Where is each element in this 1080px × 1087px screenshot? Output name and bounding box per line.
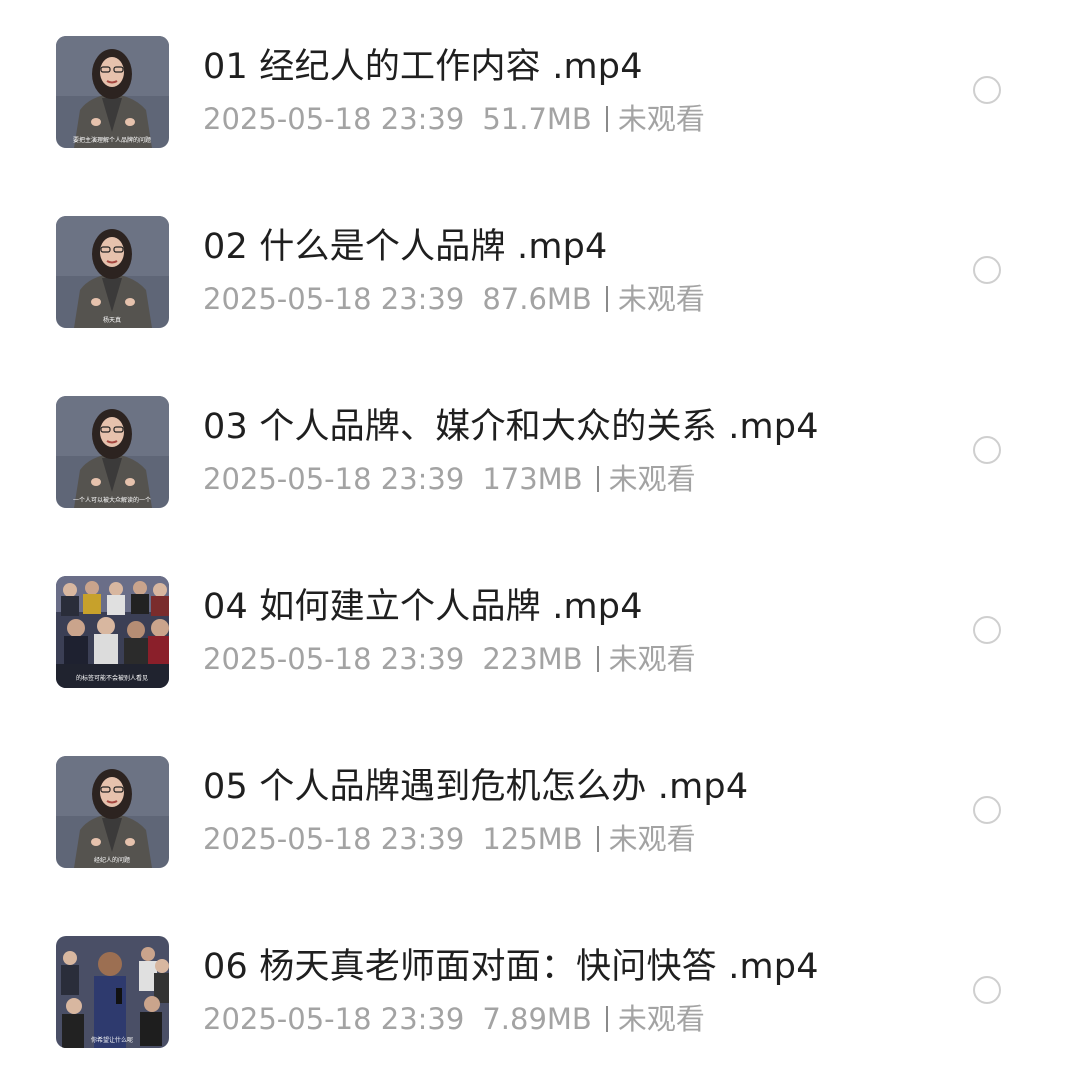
- file-date: 2025-05-18 23:39: [203, 642, 465, 676]
- audience-speaker-icon: 你希望让什么呢: [56, 936, 169, 1048]
- watch-status: 未观看: [608, 462, 696, 496]
- file-date: 2025-05-18 23:39: [203, 1002, 465, 1036]
- meta-divider: [605, 286, 608, 312]
- file-name: 05 个人品牌遇到危机怎么办 .mp4: [203, 767, 749, 807]
- file-name: 02 什么是个人品牌 .mp4: [203, 227, 608, 267]
- thumbnail-caption: 杨天真: [103, 316, 121, 324]
- file-date: 2025-05-18 23:39: [203, 102, 465, 136]
- file-name: 04 如何建立个人品牌 .mp4: [203, 587, 643, 627]
- meta-divider: [605, 106, 608, 132]
- select-radio[interactable]: [973, 796, 1001, 824]
- speaker-woman-icon: 要把主演理解个人品牌的问题: [56, 36, 169, 148]
- meta-divider: [605, 1006, 608, 1032]
- video-thumbnail[interactable]: 你希望让什么呢: [56, 936, 169, 1048]
- video-thumbnail[interactable]: 经纪人的问题: [56, 756, 169, 868]
- file-meta: 2025-05-18 23:39 87.6MB 未观看: [203, 280, 705, 318]
- file-name: 03 个人品牌、媒介和大众的关系 .mp4: [203, 407, 819, 447]
- select-radio[interactable]: [973, 256, 1001, 284]
- file-size: 173MB: [482, 462, 583, 496]
- select-radio[interactable]: [973, 616, 1001, 644]
- file-size: 125MB: [482, 822, 583, 856]
- thumbnail-caption: 要把主演理解个人品牌的问题: [73, 136, 151, 144]
- video-thumbnail[interactable]: 一个人可以被大众解读的一个: [56, 396, 169, 508]
- file-size: 87.6MB: [482, 282, 592, 316]
- file-meta: 2025-05-18 23:39 223MB 未观看: [203, 640, 696, 678]
- file-meta: 2025-05-18 23:39 125MB 未观看: [203, 820, 696, 858]
- video-thumbnail[interactable]: 要把主演理解个人品牌的问题: [56, 36, 169, 148]
- watch-status: 未观看: [608, 642, 696, 676]
- speaker-woman-icon: 一个人可以被大众解读的一个: [56, 396, 169, 508]
- file-meta: 2025-05-18 23:39 51.7MB 未观看: [203, 100, 705, 138]
- file-name: 01 经纪人的工作内容 .mp4: [203, 47, 643, 87]
- file-size: 223MB: [482, 642, 583, 676]
- meta-divider: [596, 646, 599, 672]
- select-radio[interactable]: [973, 976, 1001, 1004]
- meta-divider: [596, 466, 599, 492]
- audience-icon: 的标签可能不会被别人看见: [56, 576, 169, 688]
- thumbnail-caption: 你希望让什么呢: [91, 1036, 133, 1044]
- file-size: 51.7MB: [482, 102, 592, 136]
- speaker-woman-icon: 杨天真: [56, 216, 169, 328]
- file-meta: 2025-05-18 23:39 7.89MB 未观看: [203, 1000, 705, 1038]
- watch-status: 未观看: [608, 822, 696, 856]
- speaker-woman-icon: 经纪人的问题: [56, 756, 169, 868]
- file-date: 2025-05-18 23:39: [203, 822, 465, 856]
- file-row[interactable]: 一个人可以被大众解读的一个 03 个人品牌、媒介和大众的关系 .mp4 2025…: [0, 360, 1080, 540]
- watch-status: 未观看: [617, 1002, 705, 1036]
- file-row[interactable]: 你希望让什么呢 06 杨天真老师面对面：快问快答 .mp4 2025-05-18…: [0, 900, 1080, 1080]
- video-thumbnail[interactable]: 杨天真: [56, 216, 169, 328]
- file-row[interactable]: 要把主演理解个人品牌的问题 01 经纪人的工作内容 .mp4 2025-05-1…: [0, 0, 1080, 180]
- watch-status: 未观看: [617, 282, 705, 316]
- file-date: 2025-05-18 23:39: [203, 282, 465, 316]
- thumbnail-caption: 经纪人的问题: [94, 856, 130, 864]
- file-list: 要把主演理解个人品牌的问题 01 经纪人的工作内容 .mp4 2025-05-1…: [0, 0, 1080, 1087]
- thumbnail-caption: 的标签可能不会被别人看见: [76, 674, 148, 682]
- file-date: 2025-05-18 23:39: [203, 462, 465, 496]
- select-radio[interactable]: [973, 76, 1001, 104]
- file-size: 7.89MB: [482, 1002, 592, 1036]
- select-radio[interactable]: [973, 436, 1001, 464]
- file-row[interactable]: 经纪人的问题 05 个人品牌遇到危机怎么办 .mp4 2025-05-18 23…: [0, 720, 1080, 900]
- file-meta: 2025-05-18 23:39 173MB 未观看: [203, 460, 696, 498]
- thumbnail-caption: 一个人可以被大众解读的一个: [73, 496, 151, 504]
- file-row[interactable]: 杨天真 02 什么是个人品牌 .mp4 2025-05-18 23:39 87.6…: [0, 180, 1080, 360]
- watch-status: 未观看: [617, 102, 705, 136]
- file-name: 06 杨天真老师面对面：快问快答 .mp4: [203, 947, 819, 987]
- file-row[interactable]: 的标签可能不会被别人看见 04 如何建立个人品牌 .mp4 2025-05-18…: [0, 540, 1080, 720]
- meta-divider: [596, 826, 599, 852]
- video-thumbnail[interactable]: 的标签可能不会被别人看见: [56, 576, 169, 688]
